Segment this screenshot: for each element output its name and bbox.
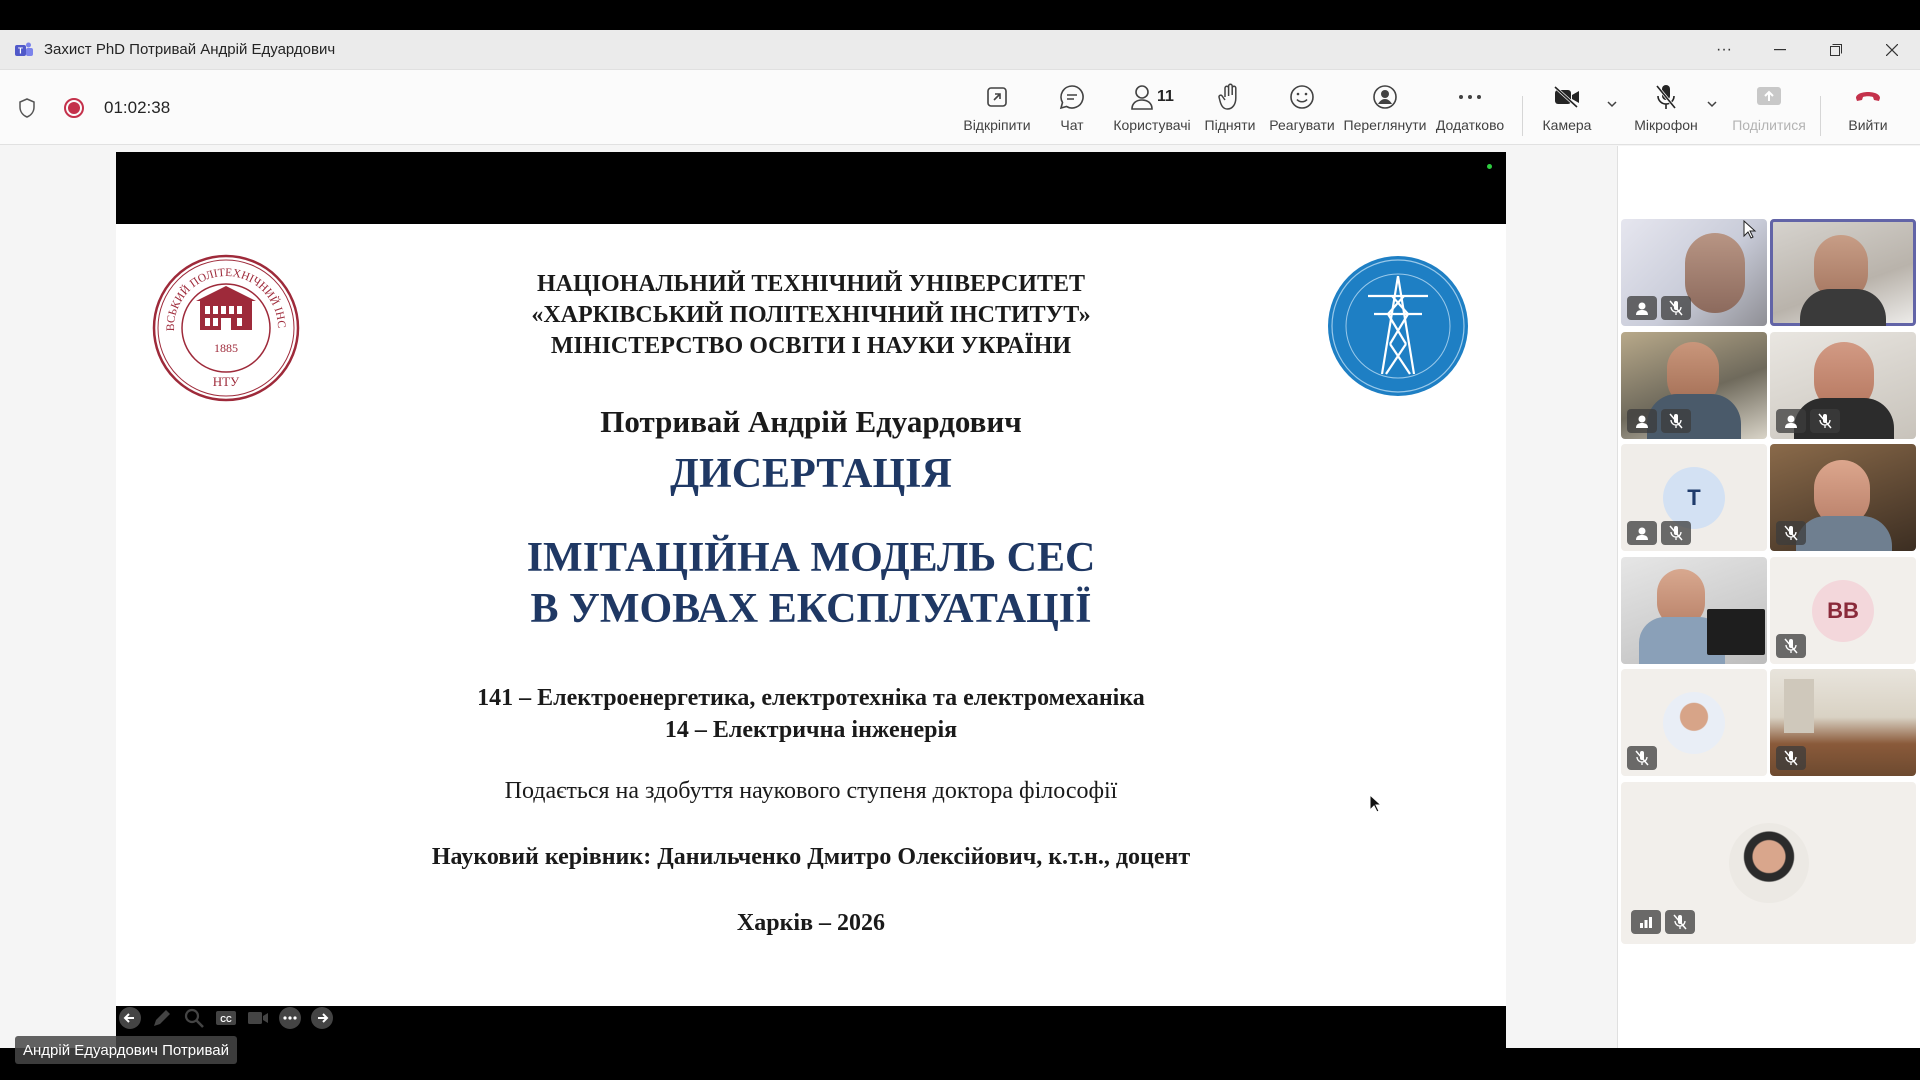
mic-muted-icon [1661, 409, 1691, 433]
presenter-name-tag: Андрій Едуардович Потривай [15, 1036, 238, 1064]
thesis-title-line-1: ІМІТАЦІЙНА МОДЕЛЬ СЕС [526, 535, 1096, 581]
mouse-cursor-icon [1369, 794, 1383, 813]
participant-tile[interactable] [1621, 557, 1767, 664]
mouse-cursor-icon [1743, 220, 1757, 239]
video-icon[interactable] [246, 1006, 270, 1030]
shield-icon[interactable] [18, 97, 36, 118]
mic-muted-icon [1776, 521, 1806, 545]
leave-button[interactable]: Вийти [1838, 70, 1898, 145]
presentation-tools: CC [118, 1006, 334, 1030]
mic-muted-icon [1665, 910, 1695, 934]
participant-tile[interactable] [1621, 332, 1767, 439]
pen-icon[interactable] [150, 1006, 174, 1030]
specialty-line-1: 141 – Електроенергетика, електротехніка … [477, 685, 1145, 711]
people-icon [1131, 85, 1153, 110]
thesis-title-line-2: В УМОВАХ ЕКСПЛУАТАЦІЇ [530, 586, 1092, 632]
participant-tile-active-speaker[interactable] [1770, 219, 1916, 326]
author-name: Потривай Андрій Едуардович [600, 404, 1022, 439]
toolbar-divider [1522, 96, 1523, 136]
window-title: Захист PhD Потривай Андрій Едуардович [44, 41, 336, 58]
live-indicator [1487, 164, 1492, 169]
microphone-options-chevron-icon[interactable] [1706, 98, 1718, 110]
zoom-icon[interactable] [182, 1006, 206, 1030]
teams-meeting-window: T Захист PhD Потривай Андрій Едуардович … [0, 30, 1920, 1064]
shared-screen[interactable]: ХАРКІВСЬКИЙ ПОЛІТЕХНІЧНИЙ ІНСТИТУТ 1885 … [116, 152, 1506, 1048]
specialty-line-2: 14 – Електрична інженерія [664, 717, 958, 743]
svg-text:T: T [18, 46, 23, 55]
city-year-line: Харків – 2026 [736, 910, 886, 936]
participant-tile[interactable] [1770, 332, 1916, 439]
people-count: 11 [1157, 88, 1174, 105]
share-button[interactable]: Поділитися [1730, 70, 1808, 145]
raise-hand-button[interactable]: Підняти [1200, 70, 1260, 145]
camera-options-chevron-icon[interactable] [1606, 98, 1618, 110]
mic-muted-icon [1627, 746, 1657, 770]
mic-muted-icon [1661, 296, 1691, 320]
avatar [1663, 691, 1725, 754]
view-icon [1373, 85, 1397, 109]
avatar: BB [1812, 579, 1874, 642]
camera-icon [1627, 409, 1657, 433]
participant-gallery: T BB [1617, 146, 1920, 1048]
people-button[interactable]: 11 Користувачі [1110, 70, 1194, 145]
view-button[interactable]: Переглянути [1344, 70, 1426, 145]
supervisor-line: Науковий керівник: Данильченко Дмитро Ол… [431, 844, 1191, 870]
participant-tile-room[interactable] [1770, 669, 1916, 776]
university-line-1: НАЦІОНАЛЬНИЙ ТЕХНІЧНИЙ УНІВЕРСИТЕТ [536, 271, 1085, 297]
smiley-icon [1290, 85, 1314, 109]
hang-up-icon [1856, 92, 1880, 101]
mic-muted-icon [1776, 634, 1806, 658]
subtitles-icon[interactable]: CC [214, 1006, 238, 1030]
share-tray-icon [1757, 87, 1781, 105]
chat-button[interactable]: Чат [1044, 70, 1100, 145]
meeting-toolbar: 01:02:38 Відкріпити Чат 11 Користувачі П… [0, 70, 1920, 145]
document-type: ДИСЕРТАЦІЯ [670, 451, 952, 497]
participant-tile[interactable] [1621, 782, 1916, 944]
participant-tile[interactable] [1770, 444, 1916, 551]
toolbar-divider [1820, 96, 1821, 136]
title-bar: T Захист PhD Потривай Андрій Едуардович … [0, 30, 1920, 70]
recording-indicator-icon [64, 97, 84, 118]
more-tools-icon[interactable] [278, 1006, 302, 1030]
mic-muted-icon [1661, 521, 1691, 545]
degree-line: Подається на здобуття наукового ступеня … [504, 778, 1118, 804]
microphone-off-icon [1655, 85, 1677, 109]
avatar: T [1663, 466, 1725, 529]
participant-tile[interactable]: BB [1770, 557, 1916, 664]
chat-icon [1059, 85, 1084, 110]
participant-tile[interactable] [1621, 669, 1767, 776]
svg-text:НТУ: НТУ [213, 374, 240, 389]
camera-off-icon [1553, 85, 1579, 109]
university-line-2: «ХАРКІВСЬКИЙ ПОЛІТЕХНІЧНИЙ ІНСТИТУТ» [531, 302, 1091, 328]
mic-muted-icon [1810, 409, 1840, 433]
more-options-icon[interactable]: ··· [1696, 30, 1752, 70]
camera-button[interactable]: Камера [1536, 70, 1598, 145]
meeting-timer: 01:02:38 [104, 97, 171, 117]
university-line-3: МІНІСТЕРСТВО ОСВІТИ І НАУКИ УКРАЇНИ [550, 333, 1072, 359]
svg-text:CC: CC [220, 1015, 232, 1024]
participant-tile[interactable]: T [1621, 444, 1767, 551]
avatar [1728, 823, 1809, 903]
hand-icon [1218, 83, 1237, 110]
minimize-button[interactable] [1752, 30, 1808, 70]
presentation-slide: ХАРКІВСЬКИЙ ПОЛІТЕХНІЧНИЙ ІНСТИТУТ 1885 … [116, 224, 1506, 1006]
signal-strength-icon [1631, 910, 1661, 934]
more-button[interactable]: Додатково [1432, 70, 1508, 145]
teams-logo-icon: T [15, 42, 33, 56]
camera-icon [1776, 409, 1806, 433]
restore-button[interactable] [1808, 30, 1864, 70]
microphone-button[interactable]: Мікрофон [1628, 70, 1704, 145]
next-slide-icon[interactable] [310, 1006, 334, 1030]
camera-icon [1627, 521, 1657, 545]
popout-icon [987, 87, 1007, 107]
more-icon [1459, 95, 1481, 99]
previous-slide-icon[interactable] [118, 1006, 142, 1030]
close-window-button[interactable] [1864, 30, 1920, 70]
meeting-stage: ХАРКІВСЬКИЙ ПОЛІТЕХНІЧНИЙ ІНСТИТУТ 1885 … [0, 146, 1920, 1064]
mic-muted-icon [1776, 746, 1806, 770]
popout-button[interactable]: Відкріпити [961, 70, 1033, 145]
camera-icon [1627, 296, 1657, 320]
react-button[interactable]: Реагувати [1262, 70, 1342, 145]
